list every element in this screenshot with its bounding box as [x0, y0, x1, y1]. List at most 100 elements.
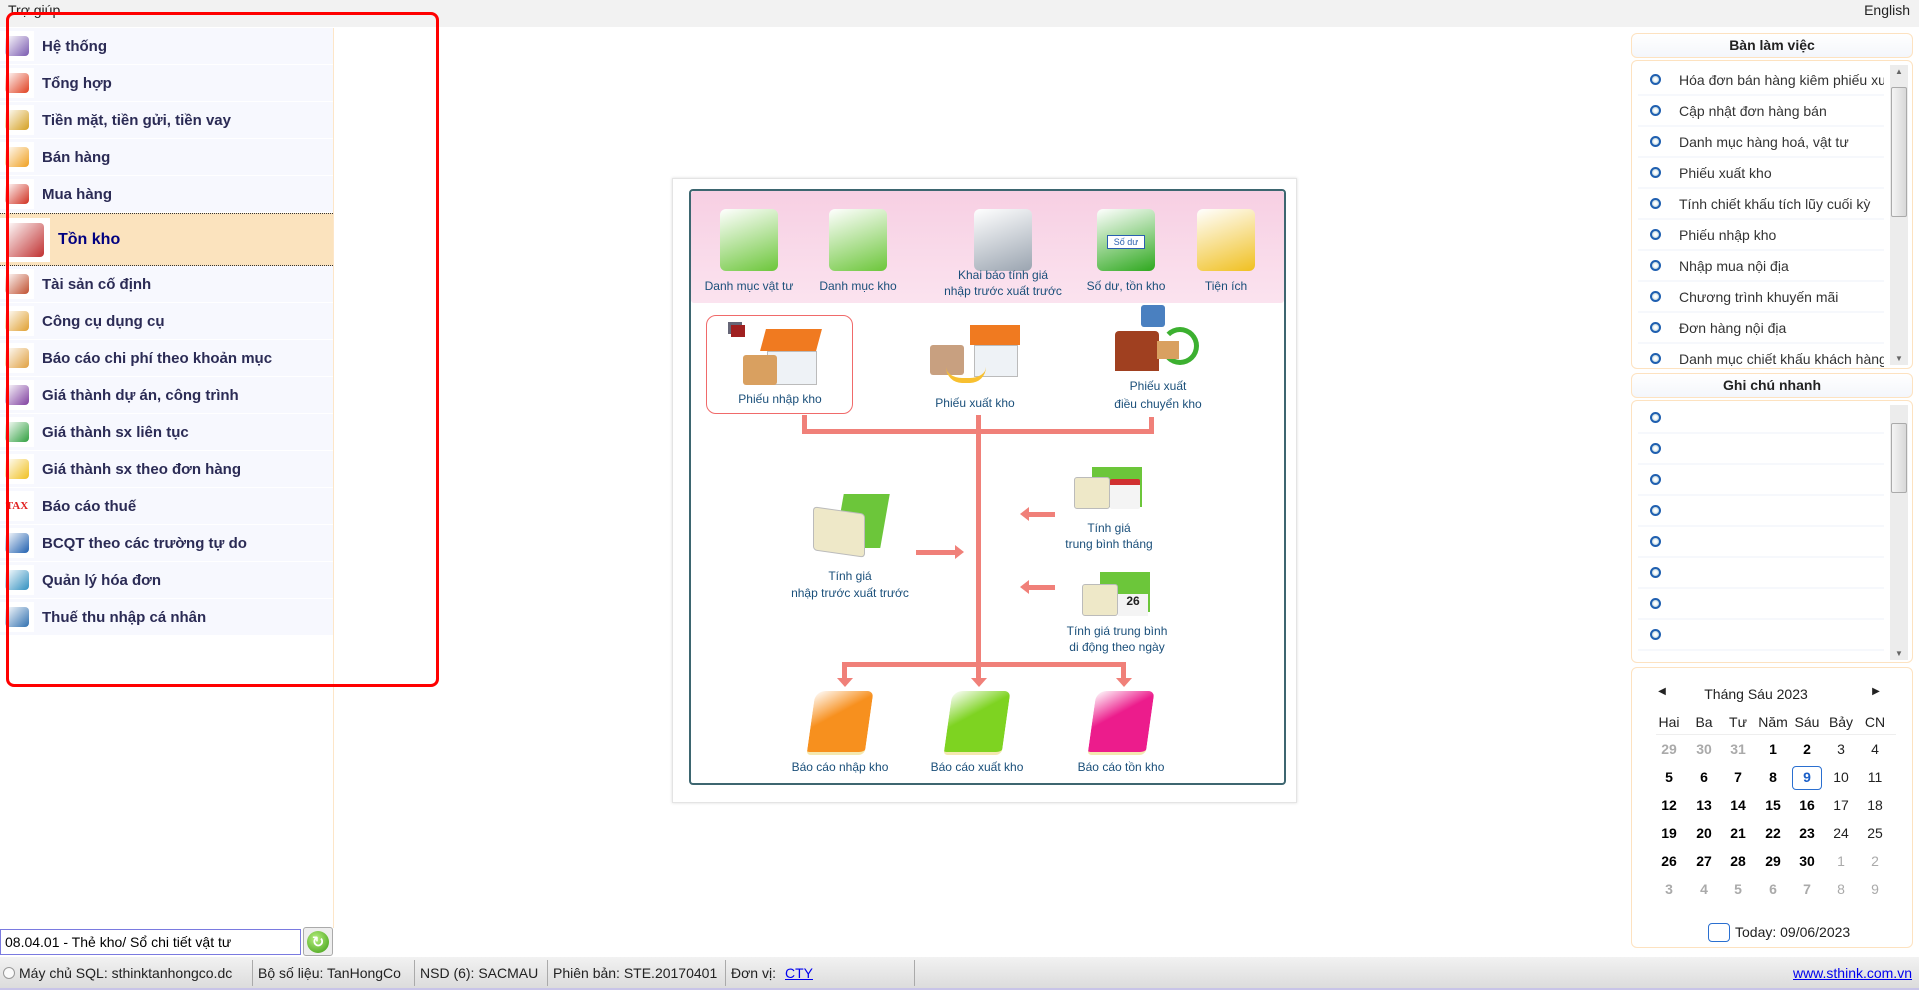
calendar-day[interactable]: 23	[1790, 825, 1824, 841]
calendar-day[interactable]: 24	[1824, 825, 1858, 841]
calendar-day[interactable]: 6	[1756, 881, 1790, 897]
transfer-label-1[interactable]: Phiếu xuất	[1130, 378, 1187, 394]
calendar-day[interactable]: 17	[1824, 797, 1858, 813]
warehouse-issue-icon[interactable]	[930, 325, 1020, 385]
transfer-label-2[interactable]: điều chuyển kho	[1114, 396, 1201, 412]
receipt-label[interactable]: Phiếu nhập kho	[738, 391, 821, 407]
monthly-label-2[interactable]: trung bình tháng	[1065, 536, 1152, 552]
monthly-average-icon[interactable]	[1074, 467, 1144, 511]
top-item-label[interactable]: Khai báo tính giá	[958, 267, 1048, 283]
sidebar-item[interactable]: Giá thành sx theo đơn hàng	[0, 451, 333, 488]
calendar-day[interactable]: 29	[1756, 853, 1790, 869]
calendar-day[interactable]: 13	[1687, 797, 1721, 813]
warehouse-green-icon[interactable]	[829, 209, 887, 271]
workspace-item[interactable]: Hóa đơn bán hàng kiêm phiếu xuất	[1638, 65, 1884, 96]
warehouse-transfer-icon[interactable]	[1113, 305, 1203, 377]
calculator-folder-icon[interactable]	[811, 494, 890, 558]
calendar-day[interactable]: 1	[1824, 853, 1858, 869]
issue-label[interactable]: Phiếu xuất kho	[935, 395, 1014, 411]
calendar-day[interactable]: 3	[1652, 881, 1686, 897]
scroll-up-icon[interactable]: ▲	[1890, 67, 1908, 76]
report-folder-icon[interactable]	[943, 691, 1011, 755]
sidebar-item[interactable]: Mua hàng	[0, 176, 333, 213]
sidebar-item[interactable]: Tồn kho	[0, 213, 333, 266]
calendar-day[interactable]: 18	[1858, 797, 1892, 813]
calendar-day[interactable]: 11	[1858, 769, 1892, 785]
calendar-day[interactable]: 20	[1687, 825, 1721, 841]
calendar-day[interactable]: 1	[1756, 741, 1790, 757]
pen-document-icon[interactable]	[974, 209, 1032, 271]
sidebar-item[interactable]: Hệ thống	[0, 28, 333, 65]
report-label[interactable]: Báo cáo nhập kho	[792, 759, 889, 775]
calendar-day[interactable]: 10	[1824, 769, 1858, 785]
fifo-label-1[interactable]: Tính giá	[828, 568, 871, 584]
calendar-day[interactable]: 30	[1687, 741, 1721, 757]
sidebar-item[interactable]: TAX Báo cáo thuế	[0, 488, 333, 525]
workspace-item[interactable]: Chương trình khuyến mãi	[1638, 282, 1884, 313]
calendar-day[interactable]: 8	[1756, 769, 1790, 785]
sidebar-item[interactable]: Công cụ dụng cụ	[0, 303, 333, 340]
language-switch[interactable]: English	[1864, 2, 1910, 18]
calendar-day[interactable]: 12	[1652, 797, 1686, 813]
scroll-thumb[interactable]	[1891, 423, 1907, 493]
calendar-day[interactable]: 5	[1652, 769, 1686, 785]
sidebar-item[interactable]: Tổng hợp	[0, 65, 333, 102]
workspace-item[interactable]: Cập nhật đơn hàng bán	[1638, 96, 1884, 127]
calendar-day[interactable]: 22	[1756, 825, 1790, 841]
calendar-day[interactable]: 2	[1858, 853, 1892, 869]
report-folder-icon[interactable]	[806, 691, 874, 755]
scroll-down-icon[interactable]: ▼	[1890, 354, 1908, 363]
sidebar-item[interactable]: Giá thành sx liên tục	[0, 414, 333, 451]
sidebar-item[interactable]: Tài sản cố định	[0, 266, 333, 303]
moving-label-2[interactable]: di động theo ngày	[1069, 639, 1164, 655]
scroll-down-icon[interactable]: ▼	[1890, 649, 1908, 658]
note-item[interactable]	[1638, 465, 1884, 496]
workspace-item[interactable]: Phiếu nhập kho	[1638, 220, 1884, 251]
calendar-day[interactable]: 4	[1858, 741, 1892, 757]
workspace-item[interactable]: Đơn hàng nội địa	[1638, 313, 1884, 344]
today-label[interactable]: Today: 09/06/2023	[1735, 924, 1850, 940]
workspace-item[interactable]: Danh mục chiết khấu khách hàng	[1638, 344, 1884, 368]
calendar-day[interactable]: 16	[1790, 797, 1824, 813]
command-input[interactable]	[0, 929, 301, 955]
calendar-day[interactable]: 2	[1790, 741, 1824, 757]
top-item-label[interactable]: Danh mục vật tư	[705, 278, 794, 294]
note-item[interactable]	[1638, 527, 1884, 558]
sidebar-item[interactable]: Thuế thu nhập cá nhân	[0, 599, 333, 636]
calendar-day[interactable]: 19	[1652, 825, 1686, 841]
today-box[interactable]	[1708, 923, 1730, 942]
calendar-day[interactable]: 27	[1687, 853, 1721, 869]
moving-label-1[interactable]: Tính giá trung bình	[1067, 623, 1168, 639]
calendar-day[interactable]: 7	[1790, 881, 1824, 897]
sidebar-item[interactable]: Báo cáo chi phí theo khoản mục	[0, 340, 333, 377]
calendar-day[interactable]: 30	[1790, 853, 1824, 869]
notes-scrollbar[interactable]: ▼	[1890, 405, 1908, 660]
workspace-item[interactable]: Nhập mua nội địa	[1638, 251, 1884, 282]
fifo-label-2[interactable]: nhập trước xuất trước	[791, 585, 909, 601]
workspace-item[interactable]: Phiếu xuất kho	[1638, 158, 1884, 189]
calendar-day[interactable]: 21	[1721, 825, 1755, 841]
top-item-label[interactable]: nhập trước xuất trước	[944, 283, 1062, 299]
calendar-day[interactable]: 8	[1824, 881, 1858, 897]
warehouse-receipt-icon[interactable]	[743, 329, 823, 389]
scroll-thumb[interactable]	[1891, 87, 1907, 217]
calendar-day[interactable]: 5	[1721, 881, 1755, 897]
top-item-label[interactable]: Số dư, tồn kho	[1087, 278, 1166, 294]
report-label[interactable]: Báo cáo xuất kho	[931, 759, 1024, 775]
calendar-day[interactable]: 31	[1721, 741, 1755, 757]
moving-average-icon[interactable]: 26	[1082, 572, 1152, 620]
calendar-day[interactable]: 7	[1721, 769, 1755, 785]
utility-tools-icon[interactable]	[1197, 209, 1255, 271]
workspace-item[interactable]: Tính chiết khấu tích lũy cuối kỳ	[1638, 189, 1884, 220]
next-month-icon[interactable]: ▶	[1859, 686, 1893, 697]
calendar-day[interactable]: 28	[1721, 853, 1755, 869]
sidebar-item[interactable]: BCQT theo các trường tự do	[0, 525, 333, 562]
calendar-day[interactable]: 4	[1687, 881, 1721, 897]
calendar-day[interactable]: 3	[1824, 741, 1858, 757]
note-item[interactable]	[1638, 620, 1884, 651]
material-list-icon[interactable]	[720, 209, 778, 271]
calendar-day[interactable]: 9	[1858, 881, 1892, 897]
report-folder-icon[interactable]	[1087, 691, 1155, 755]
balance-folder-icon[interactable]: Số dư	[1097, 209, 1155, 271]
sidebar-item[interactable]: Tiền mặt, tiền gửi, tiền vay	[0, 102, 333, 139]
